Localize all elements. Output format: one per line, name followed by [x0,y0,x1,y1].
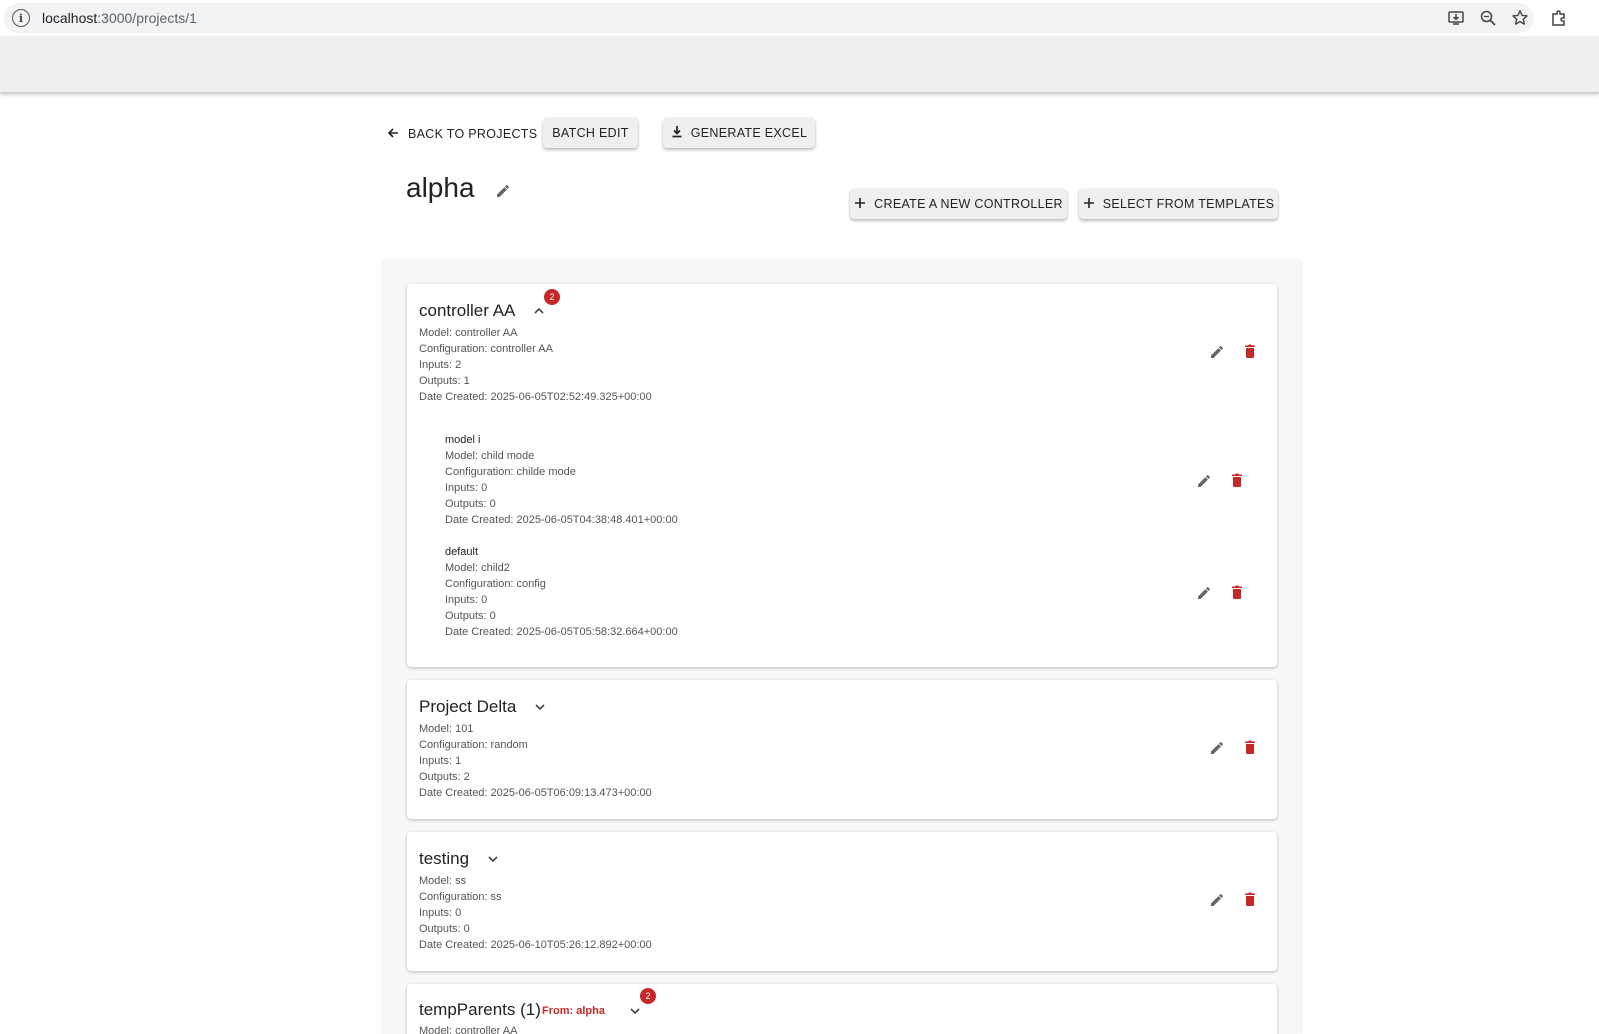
trash-icon[interactable] [1241,342,1259,360]
back-to-projects-button[interactable]: BACK TO PROJECTS [386,125,537,143]
chevron-down-icon[interactable] [628,1004,642,1018]
pencil-icon[interactable] [494,181,512,199]
child-model: Model: child2 [445,562,510,574]
pencil-icon[interactable] [1195,471,1213,489]
controller-name: Project Delta [419,697,517,716]
controller-date-created: Date Created: 2025-06-10T05:26:12.892+00… [419,939,652,951]
child-outputs: Outputs: 0 [445,498,496,510]
url-text[interactable]: localhost:3000/projects/1 [42,10,197,26]
app-toolbar [0,36,1599,93]
browser-chrome: i localhost:3000/projects/1 [0,0,1599,36]
child-model: Model: child mode [445,450,535,462]
controller-inputs: Inputs: 0 [419,907,462,919]
controller-configuration: Configuration: ss [419,891,502,903]
controller-outputs: Outputs: 1 [419,375,470,387]
batch-edit-label: BATCH EDIT [552,126,629,140]
controller-date-created: Date Created: 2025-06-05T06:09:13.473+00… [419,787,652,799]
address-bar[interactable]: i localhost:3000/projects/1 [4,3,1534,33]
controller-outputs: Outputs: 2 [419,771,470,783]
star-icon[interactable] [1511,9,1529,27]
chevron-down-icon[interactable] [486,852,500,866]
info-icon[interactable]: i [12,9,30,27]
child-count-badge: 2 [544,289,560,305]
controller-configuration: Configuration: random [419,739,528,751]
batch-edit-button[interactable]: BATCH EDIT [543,118,638,148]
trash-icon[interactable] [1228,583,1246,601]
child-configuration: Configuration: childe mode [445,466,576,478]
select-templates-label: SELECT FROM TEMPLATES [1102,197,1275,211]
trash-icon[interactable] [1241,738,1259,756]
pencil-icon[interactable] [1208,890,1226,908]
controller-date-created: Date Created: 2025-06-05T02:52:49.325+00… [419,391,652,403]
controller-inputs: Inputs: 2 [419,359,462,371]
controller-card: controller AA 2 Model: controller AA Con… [407,284,1277,667]
template-source-tag: From: alpha [542,1005,605,1017]
pencil-icon[interactable] [1208,342,1226,360]
controller-model: Model: ss [419,875,467,887]
install-app-icon[interactable] [1447,9,1465,27]
back-to-projects-label: BACK TO PROJECTS [408,127,538,141]
controller-model: Model: controller AA [419,327,518,339]
child-date-created: Date Created: 2025-06-05T05:58:32.664+00… [445,626,678,638]
controller-model: Model: 101 [419,723,474,735]
pencil-icon[interactable] [1208,738,1226,756]
child-date-created: Date Created: 2025-06-05T04:38:48.401+00… [445,514,678,526]
create-controller-label: CREATE A NEW CONTROLLER [874,197,1063,211]
generate-excel-button[interactable]: GENERATE EXCEL [663,118,815,148]
child-controller-name: default [445,546,479,558]
child-inputs: Inputs: 0 [445,482,488,494]
controller-card: tempParents (1) From: alpha 2 Model: con… [407,984,1277,1034]
controller-inputs: Inputs: 1 [419,755,462,767]
select-templates-button[interactable]: SELECT FROM TEMPLATES [1079,189,1278,219]
controller-outputs: Outputs: 0 [419,923,470,935]
controller-card: Project Delta Model: 101 Configuration: … [407,680,1277,819]
child-controller-name: model i [445,434,481,446]
child-outputs: Outputs: 0 [445,610,496,622]
chevron-up-icon[interactable] [532,304,546,318]
child-inputs: Inputs: 0 [445,594,488,606]
create-controller-button[interactable]: CREATE A NEW CONTROLLER [850,189,1067,219]
pencil-icon[interactable] [1195,583,1213,601]
controller-card: testing Model: ss Configuration: ss Inpu… [407,832,1277,971]
project-title: alpha [406,172,475,203]
address-bar-actions [1447,9,1529,27]
zoom-icon[interactable] [1479,9,1497,27]
controller-name: testing [419,849,470,868]
puzzle-icon[interactable] [1550,9,1568,27]
child-count-badge: 2 [640,988,656,1004]
controller-configuration: Configuration: controller AA [419,343,553,355]
controller-name: controller AA [419,301,516,320]
controller-name: tempParents (1) [419,1000,541,1019]
trash-icon[interactable] [1241,890,1259,908]
controller-model: Model: controller AA [419,1025,518,1034]
download-icon [671,125,683,141]
generate-excel-label: GENERATE EXCEL [690,126,808,140]
arrow-left-icon [386,126,400,143]
trash-icon[interactable] [1228,471,1246,489]
plus-icon [854,197,866,212]
child-configuration: Configuration: config [445,578,546,590]
plus-icon [1083,197,1095,212]
chevron-down-icon[interactable] [533,700,547,714]
